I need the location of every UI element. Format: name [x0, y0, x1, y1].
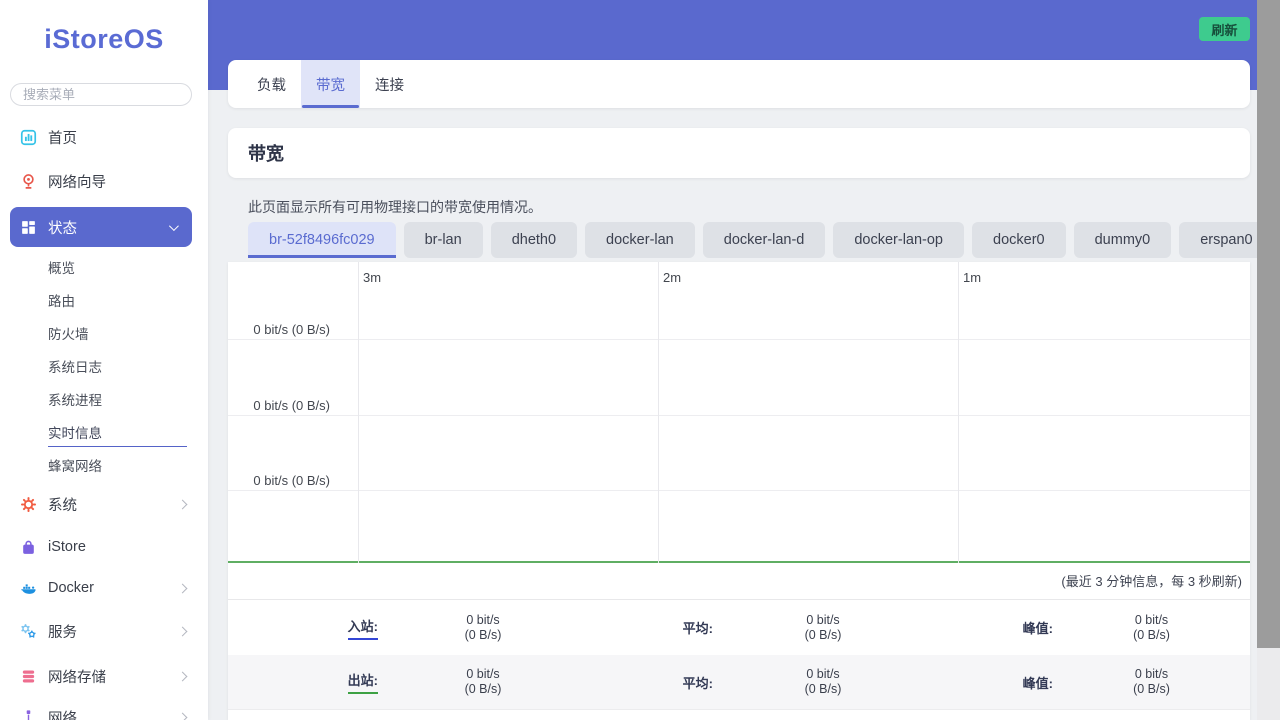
globe-wizard-icon — [20, 173, 37, 190]
sidebar-item-label: 系统 — [48, 497, 77, 514]
x-tick-1m: 1m — [963, 270, 982, 285]
sidebar-item-network-storage[interactable]: 网络存储 — [0, 664, 208, 688]
sidebar-subitem-realtime[interactable]: 实时信息 — [48, 422, 187, 447]
sidebar-item-label: 网络存储 — [48, 669, 106, 686]
chevron-down-icon — [168, 220, 179, 231]
gears-icon — [20, 623, 37, 640]
outbound-average-label: 平均: — [682, 675, 713, 691]
chart-caption: (最近 3 分钟信息，每 3 秒刷新) — [228, 565, 1250, 600]
refresh-button[interactable]: 刷新 — [1199, 17, 1250, 41]
inbound-label: 入站: — [228, 616, 378, 640]
sidebar-subitem-processes[interactable]: 系统进程 — [48, 389, 102, 409]
sidebar-item-status[interactable]: 状态 — [10, 207, 192, 247]
sidebar: iStoreOS 首页 网络向导 状态 概览 路由 防火墙 系统日志 系统进程 … — [0, 0, 208, 720]
main-content: 刷新 负载 带宽 连接 带宽 此页面显示所有可用物理接口的带宽使用情况。 br-… — [208, 0, 1274, 720]
inbound-peak: 0 bit/s (0 B/s) — [1133, 612, 1170, 642]
sidebar-item-label: 状态 — [48, 220, 77, 237]
bandwidth-graph: 3m 2m 1m 0 bit/s (0 B/s) 0 bit/s (0 B/s)… — [228, 262, 1250, 563]
page-scrollbar-track[interactable] — [1257, 0, 1280, 720]
gridline — [658, 262, 659, 563]
inbound-peak-label: 峰值: — [1022, 621, 1053, 636]
docker-whale-icon — [20, 580, 37, 597]
sidebar-subitem-firewall[interactable]: 防火墙 — [48, 323, 89, 343]
interface-tab-docker-lan[interactable]: docker-lan — [585, 222, 695, 258]
sidebar-item-istore[interactable]: iStore — [0, 535, 208, 559]
sidebar-item-network[interactable]: 网络 — [0, 705, 208, 720]
sidebar-item-network-wizard[interactable]: 网络向导 — [0, 169, 208, 193]
chevron-right-icon — [177, 626, 188, 636]
gridline — [228, 490, 1250, 491]
sidebar-subitem-overview[interactable]: 概览 — [48, 257, 75, 277]
inbound-average-label: 平均: — [682, 621, 713, 636]
sidebar-item-docker[interactable]: Docker — [0, 576, 208, 600]
page-tabs: 负载 带宽 连接 — [228, 60, 1250, 108]
shopping-bag-icon — [20, 539, 37, 556]
search-input[interactable] — [10, 83, 192, 106]
database-icon — [20, 668, 37, 685]
chevron-right-icon — [177, 712, 188, 720]
sidebar-item-services[interactable]: 服务 — [0, 619, 208, 643]
sidebar-subitem-cellular[interactable]: 蜂窝网络 — [48, 455, 102, 475]
gridline — [958, 262, 959, 563]
gridline — [228, 339, 1250, 340]
y-tick: 0 bit/s (0 B/s) — [253, 398, 330, 413]
sidebar-item-label: 网络 — [48, 710, 77, 720]
inbound-average: 0 bit/s (0 B/s) — [804, 612, 842, 642]
title-card: 带宽 — [228, 128, 1250, 178]
sidebar-item-label: 服务 — [48, 624, 77, 641]
chevron-right-icon — [177, 499, 188, 509]
gear-icon — [20, 496, 37, 513]
outbound-peak-label: 峰值: — [1022, 675, 1053, 691]
page-description: 此页面显示所有可用物理接口的带宽使用情况。 — [248, 199, 542, 215]
sidebar-item-label: iStore — [48, 539, 86, 555]
interface-tab-dheth0[interactable]: dheth0 — [490, 222, 578, 258]
gridline — [358, 262, 359, 563]
sidebar-item-system[interactable]: 系统 — [0, 492, 208, 516]
page-title: 带宽 — [248, 144, 284, 164]
outbound-peak: 0 bit/s (0 B/s) — [1133, 667, 1170, 696]
grid-icon — [20, 219, 37, 236]
sidebar-item-label: 首页 — [48, 130, 77, 147]
gridline — [228, 415, 1250, 416]
chevron-right-icon — [177, 583, 188, 593]
sidebar-subitem-routes[interactable]: 路由 — [48, 290, 75, 310]
y-tick: 0 bit/s (0 B/s) — [253, 473, 330, 488]
dashboard-icon — [20, 129, 37, 146]
app-logo: iStoreOS — [44, 24, 164, 54]
page-scrollbar-thumb[interactable] — [1257, 0, 1280, 648]
sidebar-subitem-syslog[interactable]: 系统日志 — [48, 356, 102, 376]
inbound-stats-row: 入站: 0 bit/s (0 B/s) 平均: 0 bit/s (0 B/s) 峰值… — [228, 600, 1250, 655]
interface-tab-docker-lan-d[interactable]: docker-lan-d — [702, 222, 826, 258]
y-tick: 0 bit/s (0 B/s) — [253, 322, 330, 337]
interface-tabs: br-52f8496fc029 br-lan dheth0 docker-lan… — [248, 222, 1280, 258]
interface-tab-br-lan[interactable]: br-lan — [403, 222, 483, 258]
outbound-current: 0 bit/s (0 B/s) — [464, 667, 502, 696]
network-icon — [20, 709, 37, 720]
outbound-label: 出站: — [228, 670, 378, 694]
tab-bandwidth[interactable]: 带宽 — [301, 60, 360, 108]
x-tick-3m: 3m — [363, 270, 382, 285]
interface-tab-docker0[interactable]: docker0 — [972, 222, 1066, 258]
interface-tab-docker-lan-op[interactable]: docker-lan-op — [833, 222, 965, 258]
sidebar-item-label: Docker — [48, 580, 94, 596]
sidebar-item-label: 网络向导 — [48, 174, 106, 191]
inbound-current: 0 bit/s (0 B/s) — [464, 612, 502, 642]
tab-connections[interactable]: 连接 — [360, 60, 419, 108]
chevron-right-icon — [177, 671, 188, 681]
bandwidth-chart-card: 3m 2m 1m 0 bit/s (0 B/s) 0 bit/s (0 B/s)… — [228, 262, 1250, 720]
sidebar-item-home[interactable]: 首页 — [0, 125, 208, 149]
outbound-stats-row: 出站: 0 bit/s (0 B/s) 平均: 0 bit/s (0 B/s) 峰值… — [228, 655, 1250, 710]
tab-load[interactable]: 负载 — [242, 60, 301, 108]
interface-tab-dummy0[interactable]: dummy0 — [1073, 222, 1172, 258]
interface-tab-br-52f8496fc029[interactable]: br-52f8496fc029 — [248, 222, 396, 258]
outbound-average: 0 bit/s (0 B/s) — [804, 667, 842, 696]
x-tick-2m: 2m — [663, 270, 682, 285]
